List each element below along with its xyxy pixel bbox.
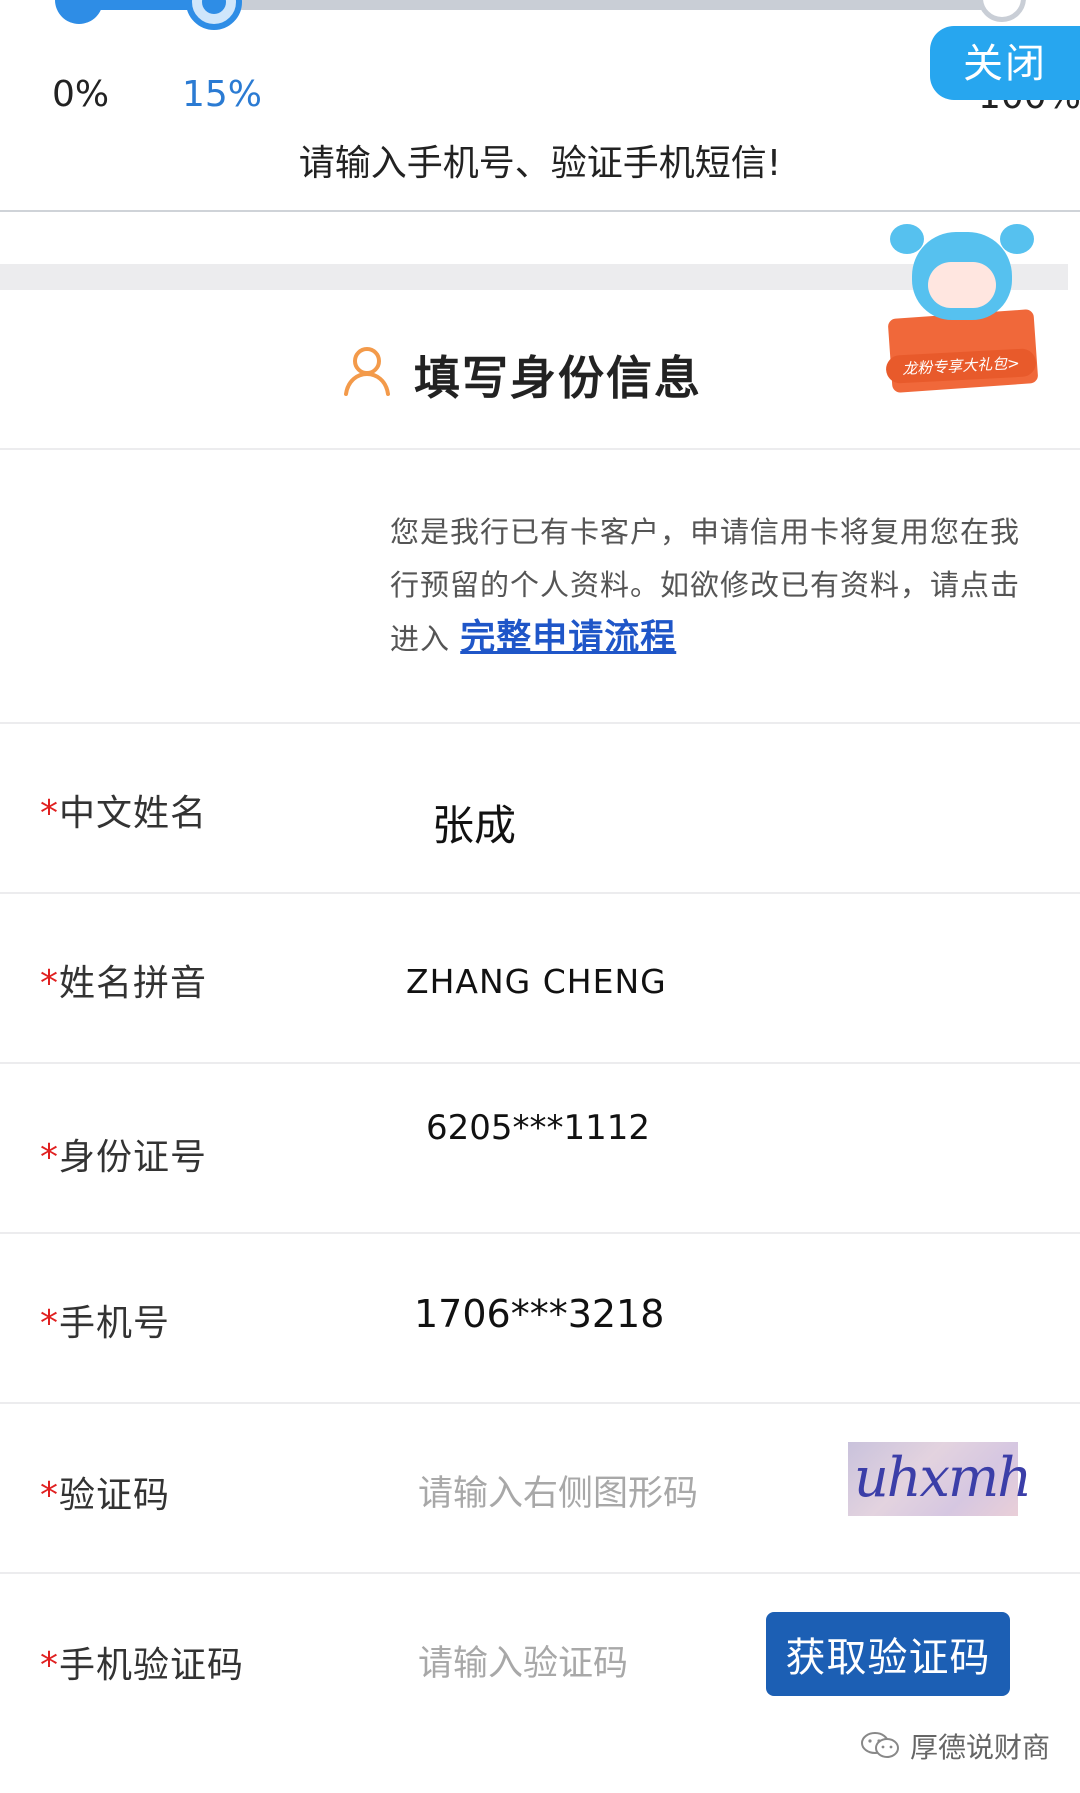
captcha-input[interactable] [418,1470,818,1518]
captcha-image[interactable]: uhxmh [848,1442,1032,1516]
sms-code-input[interactable] [418,1640,738,1688]
sms-code-label-text: 手机验证码 [59,1645,245,1686]
progress-start-dot [55,0,103,24]
captcha-image-text: uhxmh [854,1446,1032,1509]
mascot-antler-right [1000,224,1034,254]
name-cn-label-text: 中文姓名 [59,793,208,834]
step-title: 请输入手机号、验证手机短信! [298,143,782,184]
name-pinyin-label: *姓名拼音 [40,954,207,1006]
required-mark: * [40,1645,59,1686]
name-cn-value: 张成 [432,801,517,850]
id-number-label: *身份证号 [40,1128,207,1180]
section-title: 填写身份信息 [414,351,702,405]
wechat-icon [861,1732,899,1758]
progress-label-current: 15% [182,74,263,115]
mascot-antler-left [890,224,924,254]
progress-label-start: 0% [52,74,110,115]
form-row-id-number: *身份证号 6205***1112 [0,1064,1080,1232]
form-row-phone: *手机号 1706***3218 [0,1234,1080,1402]
captcha-label-text: 验证码 [59,1475,171,1516]
phone-label-text: 手机号 [59,1303,171,1344]
name-pinyin-label-text: 姓名拼音 [59,963,208,1004]
progress-current-dot [186,0,242,30]
progress-end-dot [978,0,1026,22]
name-cn-label: *中文姓名 [40,784,207,836]
header-divider [0,210,1080,212]
divider [0,448,1080,450]
progress-header: 0% 15% 100% 关闭 请输入手机号、验证手机短信! [0,0,1080,212]
form-row-name-pinyin: *姓名拼音 ZHANG CHENG [0,894,1080,1062]
phone-label: *手机号 [40,1294,170,1346]
watermark-text: 厚德说财商 [910,1731,1051,1764]
id-number-value: 6205***1112 [426,1108,651,1148]
required-mark: * [40,1475,59,1516]
close-button[interactable]: 关闭 [930,26,1080,100]
get-sms-code-button[interactable]: 获取验证码 [766,1612,1010,1696]
sms-code-label: *手机验证码 [40,1636,244,1688]
user-icon [344,347,390,396]
required-mark: * [40,793,59,834]
required-mark: * [40,963,59,1004]
full-application-link[interactable]: 完整申请流程 [460,618,676,658]
name-pinyin-value: ZHANG CHENG [406,962,667,1001]
required-mark: * [40,1303,59,1344]
captcha-label: *验证码 [40,1466,170,1518]
id-number-label-text: 身份证号 [59,1137,208,1178]
section-header: 填写身份信息 [0,290,1080,448]
existing-customer-notice: 您是我行已有卡客户，申请信用卡将复用您在我行预留的个人资料。如欲修改已有资料，请… [390,506,1020,666]
phone-value: 1706***3218 [414,1292,665,1336]
form-row-name-cn: *中文姓名 张成 [0,724,1080,892]
required-mark: * [40,1137,59,1178]
